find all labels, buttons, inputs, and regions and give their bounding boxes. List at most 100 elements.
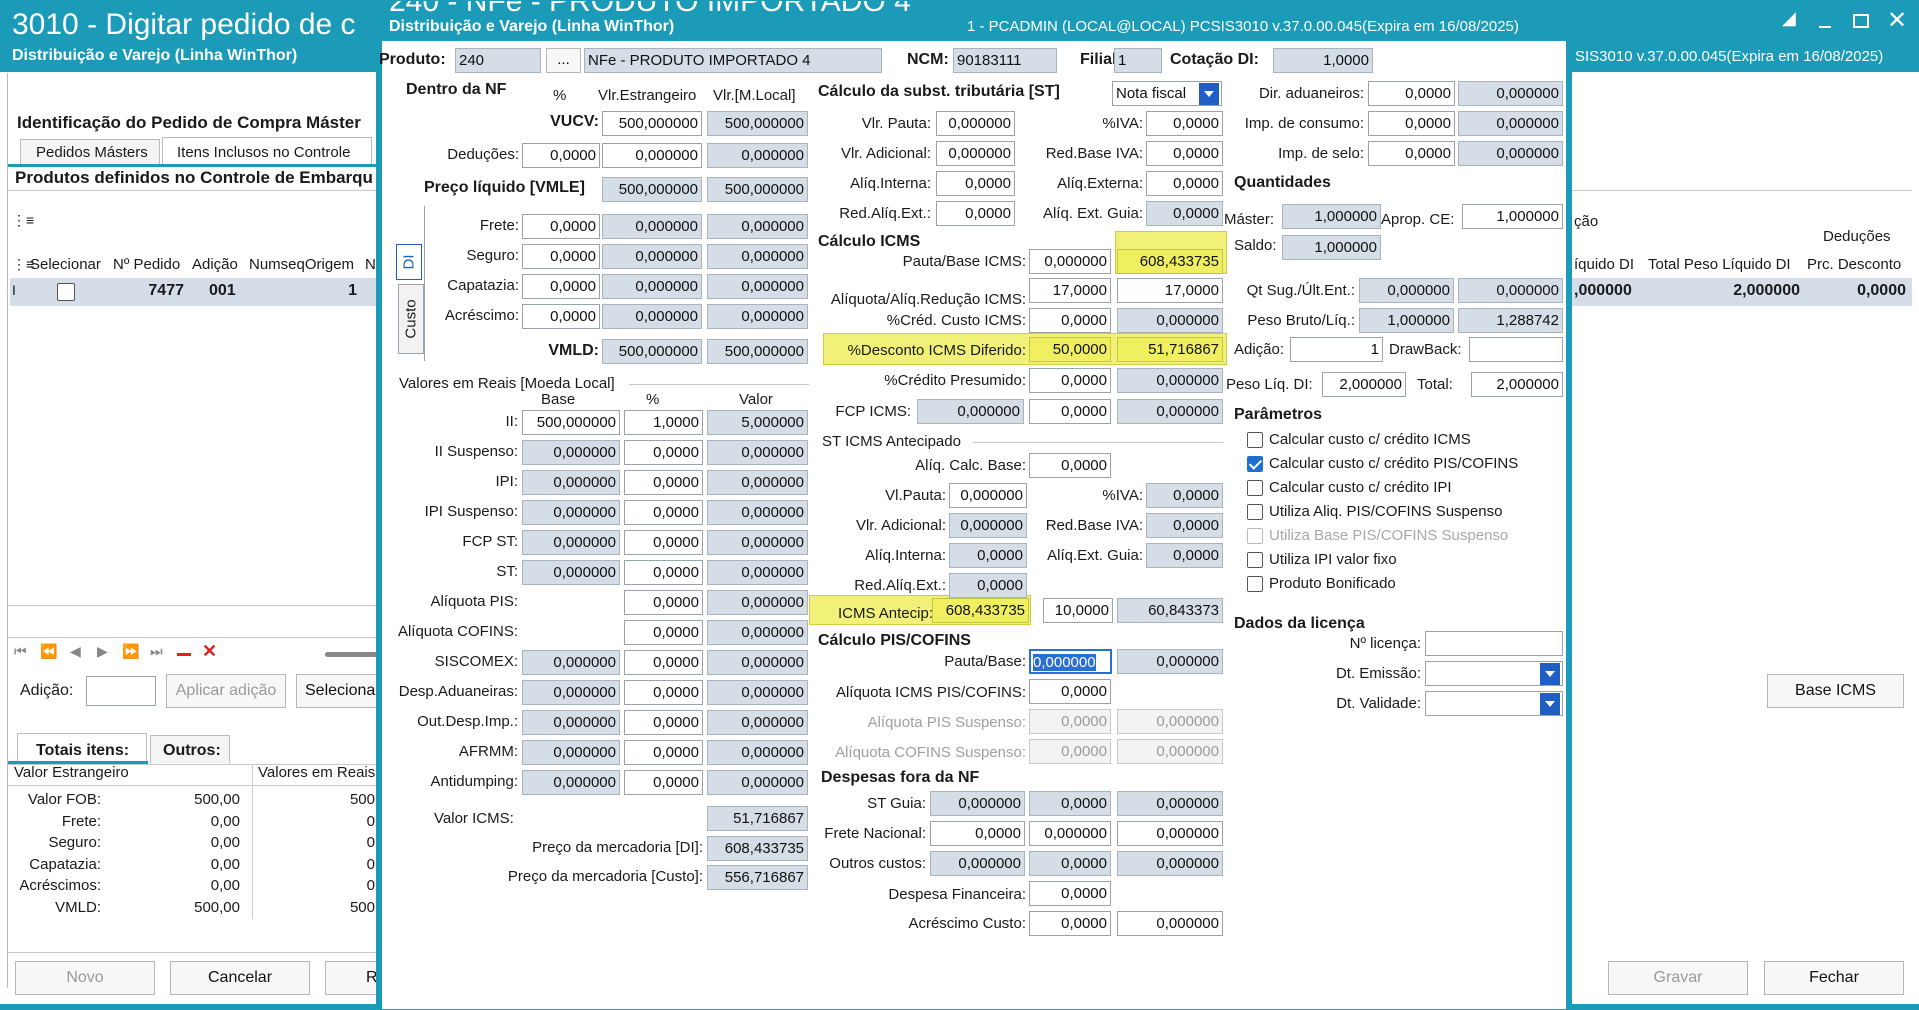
aliq-int2[interactable]: 0,0000 bbox=[949, 543, 1027, 568]
mid-p[interactable]: 0,0000 bbox=[522, 214, 600, 239]
mid-p[interactable]: 0,0000 bbox=[522, 274, 600, 299]
pauta-base-1[interactable]: 0,000000 bbox=[1029, 249, 1111, 274]
tax-pct[interactable]: 0,0000 bbox=[624, 470, 703, 495]
aliq-red-1[interactable]: 17,0000 bbox=[1029, 278, 1111, 303]
dtval-chevron-icon[interactable] bbox=[1540, 693, 1560, 715]
cred-custo-1[interactable]: 0,0000 bbox=[1029, 308, 1111, 333]
peso-2[interactable]: 1,288742 bbox=[1458, 308, 1563, 333]
pis-pauta-input[interactable]: 0,000000 bbox=[1029, 649, 1112, 674]
tax-pct[interactable]: 0,0000 bbox=[624, 770, 703, 795]
aliq-cof-susp-2[interactable]: 0,000000 bbox=[1117, 739, 1223, 764]
tax-valor[interactable]: 0,000000 bbox=[707, 710, 808, 735]
param-checkbox[interactable] bbox=[1247, 480, 1263, 496]
tax-valor[interactable]: 0,000000 bbox=[707, 470, 808, 495]
outros-3[interactable]: 0,000000 bbox=[1117, 851, 1223, 876]
tax-pct[interactable]: 0,0000 bbox=[624, 500, 703, 525]
dir-adu-1[interactable]: 0,0000 bbox=[1368, 81, 1455, 106]
redbase[interactable]: 0,0000 bbox=[1146, 141, 1223, 166]
tab-di[interactable]: DI bbox=[396, 244, 422, 280]
vucv-l[interactable]: 500,000000 bbox=[707, 111, 808, 136]
frete-nac-3[interactable]: 0,000000 bbox=[1117, 821, 1223, 846]
vucv-e[interactable]: 500,000000 bbox=[602, 111, 702, 136]
cred-pres-2[interactable]: 0,000000 bbox=[1117, 368, 1223, 393]
tax-base[interactable]: 0,000000 bbox=[522, 740, 620, 765]
fcp-3[interactable]: 0,000000 bbox=[1117, 399, 1223, 424]
tax-pct[interactable]: 0,0000 bbox=[624, 650, 703, 675]
tax-base[interactable]: 0,000000 bbox=[522, 470, 620, 495]
mid-e[interactable]: 0,000000 bbox=[602, 244, 702, 269]
icms-antec-2[interactable]: 10,0000 bbox=[1043, 598, 1113, 623]
imp-cons-2[interactable]: 0,000000 bbox=[1458, 111, 1563, 136]
preco-custo[interactable]: 556,716867 bbox=[707, 865, 808, 890]
frete-nac-1[interactable]: 0,0000 bbox=[930, 821, 1025, 846]
preco-liq-e[interactable]: 500,000000 bbox=[602, 177, 702, 202]
vmld-e[interactable]: 500,000000 bbox=[602, 339, 702, 364]
mid-l[interactable]: 0,000000 bbox=[707, 274, 808, 299]
tax-valor[interactable]: 5,000000 bbox=[707, 410, 808, 435]
tax-valor[interactable]: 0,000000 bbox=[707, 440, 808, 465]
bg-tab-itens[interactable]: Itens Inclusos no Controle bbox=[162, 137, 372, 165]
col-adicao[interactable]: Adição bbox=[192, 256, 238, 273]
tax-valor[interactable]: 0,000000 bbox=[707, 650, 808, 675]
frete-nac-2[interactable]: 0,000000 bbox=[1029, 821, 1111, 846]
param-checkbox[interactable] bbox=[1247, 432, 1263, 448]
iva[interactable]: 0,0000 bbox=[1146, 111, 1223, 136]
icms-antec-1[interactable]: 608,433735 bbox=[932, 598, 1029, 623]
mid-l[interactable]: 0,000000 bbox=[707, 244, 808, 269]
tax-pct[interactable]: 0,0000 bbox=[624, 440, 703, 465]
tax-valor[interactable]: 0,000000 bbox=[707, 560, 808, 585]
nav-prev-page-icon[interactable]: ⏪ bbox=[40, 643, 57, 660]
tax-valor[interactable]: 0,000000 bbox=[707, 740, 808, 765]
tax-valor[interactable]: 0,000000 bbox=[707, 680, 808, 705]
cancelar-button[interactable]: Cancelar bbox=[170, 961, 310, 995]
outros-tab[interactable]: Outros: bbox=[150, 735, 230, 763]
aliq-red-2[interactable]: 17,0000 bbox=[1117, 278, 1223, 303]
valor-icms[interactable]: 51,716867 bbox=[707, 806, 808, 831]
red-aliq[interactable]: 0,0000 bbox=[936, 201, 1015, 226]
fechar-button[interactable]: Fechar bbox=[1764, 961, 1904, 995]
tax-pct[interactable]: 0,0000 bbox=[624, 620, 703, 645]
mid-l[interactable]: 0,000000 bbox=[707, 214, 808, 239]
icms-antec-3[interactable]: 60,843373 bbox=[1117, 598, 1223, 623]
bg-adicao-input[interactable] bbox=[86, 676, 156, 706]
tax-valor[interactable]: 0,000000 bbox=[707, 770, 808, 795]
tax-pct[interactable]: 1,0000 bbox=[624, 410, 703, 435]
col-numseq[interactable]: NumseqOrigem bbox=[249, 256, 354, 273]
acr-custo-1[interactable]: 0,0000 bbox=[1029, 911, 1111, 936]
produto-input[interactable]: 240 bbox=[455, 48, 541, 73]
produto-desc[interactable]: NFe - PRODUTO IMPORTADO 4 bbox=[584, 48, 882, 73]
preco-di[interactable]: 608,433735 bbox=[707, 836, 808, 861]
vmld-l[interactable]: 500,000000 bbox=[707, 339, 808, 364]
col-pedido[interactable]: Nº Pedido bbox=[113, 256, 180, 273]
imp-selo-1[interactable]: 0,0000 bbox=[1368, 141, 1455, 166]
vlr-adic[interactable]: 0,000000 bbox=[936, 141, 1015, 166]
gravar-button[interactable]: Gravar bbox=[1608, 961, 1748, 995]
mid-e[interactable]: 0,000000 bbox=[602, 304, 702, 329]
preco-liq-l[interactable]: 500,000000 bbox=[707, 177, 808, 202]
desc-dif-2[interactable]: 51,716867 bbox=[1117, 337, 1223, 362]
tax-base[interactable]: 0,000000 bbox=[522, 500, 620, 525]
horizontal-scrollbar[interactable] bbox=[325, 652, 378, 657]
nav-next-page-icon[interactable]: ⏩ bbox=[122, 643, 139, 660]
qtsug-1[interactable]: 0,000000 bbox=[1359, 278, 1454, 303]
novo-button[interactable]: Novo bbox=[15, 961, 155, 995]
tax-valor[interactable]: 0,000000 bbox=[707, 530, 808, 555]
saldo[interactable]: 1,000000 bbox=[1282, 235, 1381, 260]
aliq-pis-susp-1[interactable]: 0,0000 bbox=[1029, 709, 1111, 734]
st-guia-1[interactable]: 0,000000 bbox=[930, 791, 1025, 816]
tax-pct[interactable]: 0,0000 bbox=[624, 560, 703, 585]
tax-base[interactable]: 500,000000 bbox=[522, 410, 620, 435]
tax-base[interactable]: 0,000000 bbox=[522, 680, 620, 705]
r-button[interactable]: R bbox=[325, 961, 378, 995]
pis-pauta-2[interactable]: 0,000000 bbox=[1117, 649, 1223, 674]
qtsug-2[interactable]: 0,000000 bbox=[1458, 278, 1563, 303]
col-selecionar[interactable]: Selecionar bbox=[30, 256, 101, 273]
peso-di[interactable]: 2,000000 bbox=[1322, 372, 1406, 397]
maximize-icon[interactable] bbox=[1853, 14, 1869, 28]
deducoes-e[interactable]: 0,000000 bbox=[602, 143, 702, 168]
restore-icon[interactable]: ◢ bbox=[1782, 8, 1802, 28]
aliq-cof-susp-1[interactable]: 0,0000 bbox=[1029, 739, 1111, 764]
tax-base[interactable]: 0,000000 bbox=[522, 530, 620, 555]
produto-search-button[interactable]: ... bbox=[546, 48, 581, 73]
cotacao-input[interactable]: 1,0000 bbox=[1273, 48, 1373, 73]
